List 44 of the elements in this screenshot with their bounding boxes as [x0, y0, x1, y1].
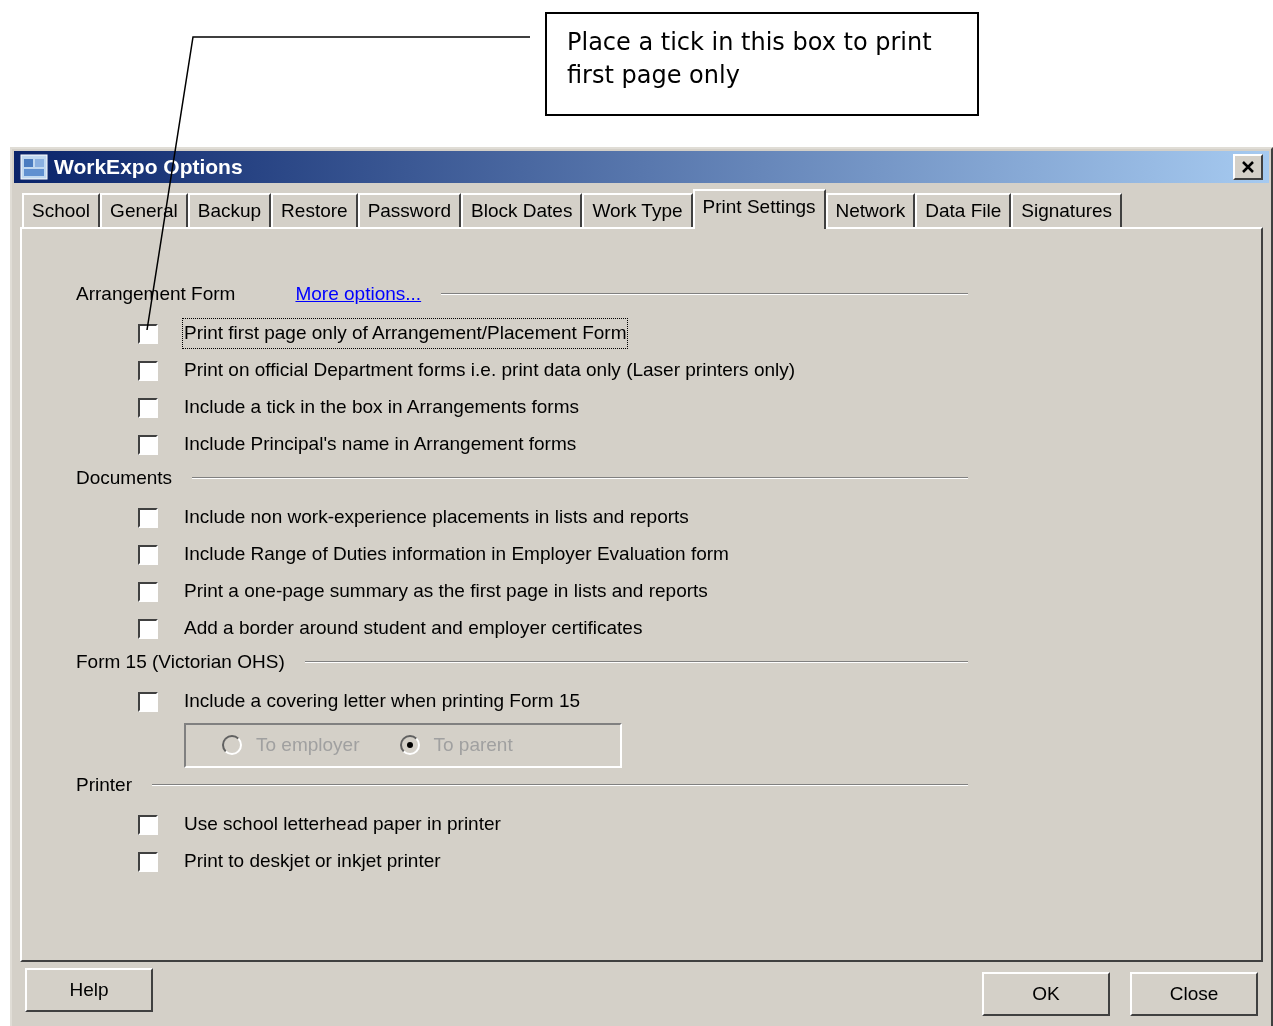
callout-box: Place a tick in this box to print first page only: [545, 12, 979, 116]
close-icon: [1241, 160, 1255, 174]
group-heading: Form 15 (Victorian OHS): [76, 649, 285, 674]
checkbox-label: Print a one-page summary as the first page in lists and reports: [183, 579, 709, 604]
more-options-link[interactable]: More options...: [295, 279, 422, 309]
group-heading: Printer: [76, 772, 132, 797]
checkbox[interactable]: [138, 397, 158, 418]
checkbox[interactable]: [138, 691, 158, 712]
tab[interactable]: School: [22, 193, 101, 227]
checkbox-label: Include a tick in the box in Arrangements forms: [183, 395, 580, 420]
dialog-button[interactable]: OK: [982, 972, 1110, 1016]
checkbox-label: Include a covering letter when printing Form 15: [183, 689, 582, 714]
checkbox[interactable]: [138, 581, 158, 602]
checkbox[interactable]: [138, 434, 158, 455]
checkbox[interactable]: [138, 544, 158, 565]
window-icon: [20, 154, 48, 180]
checkbox-label: Include non work-experience placements in lists and reports: [183, 505, 690, 530]
checkbox-label: Print to deskjet or inkjet printer: [183, 849, 442, 874]
checkbox[interactable]: [138, 814, 158, 835]
tab[interactable]: Work Type: [582, 193, 693, 227]
window-title: WorkExpo Options: [54, 154, 243, 181]
group-heading: Documents: [76, 465, 173, 490]
close-button[interactable]: [1233, 154, 1263, 180]
tab[interactable]: Data File: [915, 193, 1012, 227]
checkbox-label: Print on official Department forms i.e. print data only (Laser printers only): [183, 358, 797, 383]
checkbox-label: Print first page only of Arrangement/Placement Form: [182, 318, 629, 349]
checkbox-label: Include Range of Duties information in Employer Evaluation form: [183, 542, 730, 567]
dialog-button[interactable]: Close: [1130, 972, 1258, 1016]
tab[interactable]: Signatures: [1011, 193, 1123, 227]
help-button[interactable]: Help: [25, 968, 153, 1012]
tab[interactable]: Restore: [271, 193, 358, 227]
tab[interactable]: Print Settings: [692, 189, 826, 229]
checkbox[interactable]: [138, 851, 158, 872]
tab[interactable]: Block Dates: [461, 193, 583, 227]
tab[interactable]: Password: [357, 193, 462, 227]
checkbox[interactable]: [138, 360, 158, 381]
checkbox-label: Add a border around student and employer certificates: [183, 616, 644, 641]
tab[interactable]: Backup: [187, 193, 272, 227]
checkbox[interactable]: [138, 507, 158, 528]
checkbox-label: Use school letterhead paper in printer: [183, 812, 502, 837]
checkbox[interactable]: [138, 618, 158, 639]
checkbox[interactable]: [138, 323, 158, 344]
checkbox-label: Include Principal's name in Arrangement forms: [183, 432, 578, 457]
tab[interactable]: Network: [825, 193, 916, 227]
